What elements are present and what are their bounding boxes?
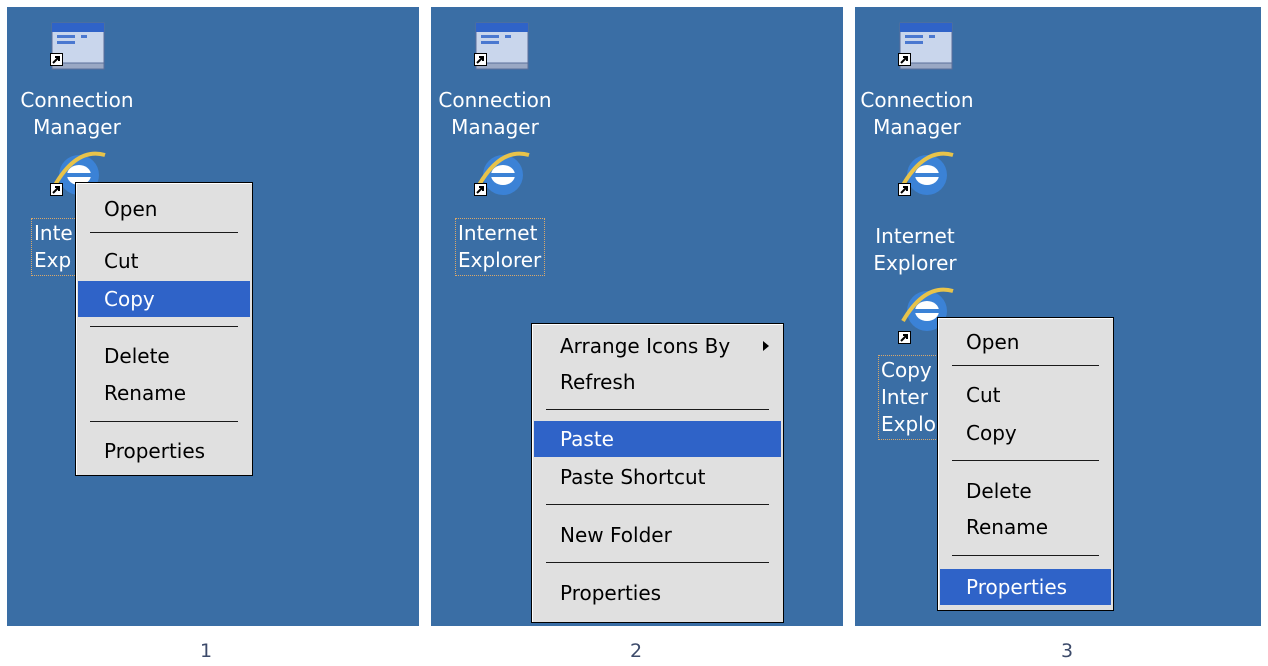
desktop-panel-1: Connection Manager Inte Exp Open Cut Copy … bbox=[7, 7, 419, 626]
icon-context-menu: Open Cut Copy Delete Rename Properties bbox=[75, 182, 253, 476]
menu-item-new-folder[interactable]: New Folder bbox=[534, 517, 781, 553]
connection-manager-icon bbox=[51, 22, 105, 70]
shortcut-arrow-icon bbox=[898, 331, 911, 344]
menu-separator bbox=[546, 504, 769, 507]
menu-item-rename[interactable]: Rename bbox=[940, 509, 1111, 545]
menu-item-open[interactable]: Open bbox=[78, 191, 250, 227]
icon-context-menu: Open Cut Copy Delete Rename Properties bbox=[937, 317, 1114, 611]
internet-explorer-label: Internet Explorer bbox=[873, 224, 957, 275]
desktop-panel-2: Connection Manager Internet Explorer Arran… bbox=[431, 7, 843, 626]
menu-separator bbox=[90, 326, 238, 329]
connection-manager-label: Connection Manager bbox=[438, 88, 552, 139]
menu-item-delete[interactable]: Delete bbox=[78, 338, 250, 374]
menu-item-paste-shortcut[interactable]: Paste Shortcut bbox=[534, 459, 781, 495]
menu-item-paste[interactable]: Paste bbox=[534, 421, 781, 457]
menu-separator bbox=[952, 460, 1099, 463]
menu-item-copy[interactable]: Copy bbox=[940, 415, 1111, 451]
menu-item-properties[interactable]: Properties bbox=[78, 433, 250, 469]
shortcut-arrow-icon bbox=[898, 53, 911, 66]
connection-manager-icon bbox=[899, 22, 953, 70]
panel-caption-3: 3 bbox=[1060, 640, 1074, 662]
connection-manager-label: Connection Manager bbox=[860, 88, 974, 139]
menu-item-copy[interactable]: Copy bbox=[78, 281, 250, 317]
menu-item-arrange-icons-by[interactable]: Arrange Icons By bbox=[534, 328, 781, 364]
copy-of-internet-explorer-label: Copy Inter Explo bbox=[878, 355, 940, 440]
shortcut-arrow-icon bbox=[50, 183, 63, 196]
menu-separator bbox=[546, 562, 769, 565]
panel-caption-2: 2 bbox=[629, 640, 643, 662]
menu-separator bbox=[952, 555, 1099, 558]
desktop-context-menu: Arrange Icons By Refresh Paste Paste Sho… bbox=[531, 323, 784, 623]
menu-item-refresh[interactable]: Refresh bbox=[534, 364, 781, 400]
menu-separator bbox=[952, 365, 1099, 368]
menu-item-cut[interactable]: Cut bbox=[78, 243, 250, 279]
submenu-arrow-icon bbox=[763, 341, 769, 351]
menu-item-cut[interactable]: Cut bbox=[940, 377, 1111, 413]
menu-separator bbox=[546, 409, 769, 412]
internet-explorer-label: Internet Explorer bbox=[455, 218, 546, 276]
connection-manager-icon bbox=[475, 22, 529, 70]
internet-explorer-label: Inte Exp bbox=[31, 218, 77, 276]
menu-item-rename[interactable]: Rename bbox=[78, 375, 250, 411]
desktop-panel-3: Connection Manager Internet Explorer Copy I… bbox=[855, 7, 1261, 626]
menu-item-open[interactable]: Open bbox=[940, 324, 1111, 360]
menu-item-properties[interactable]: Properties bbox=[534, 575, 781, 611]
connection-manager-label: Connection Manager bbox=[20, 88, 134, 139]
menu-item-delete[interactable]: Delete bbox=[940, 473, 1111, 509]
shortcut-arrow-icon bbox=[474, 53, 487, 66]
internet-explorer-icon bbox=[901, 151, 954, 195]
shortcut-arrow-icon bbox=[474, 183, 487, 196]
menu-separator bbox=[90, 232, 238, 235]
internet-explorer-icon bbox=[477, 151, 530, 195]
panel-caption-1: 1 bbox=[199, 640, 213, 662]
menu-item-properties[interactable]: Properties bbox=[940, 569, 1111, 605]
shortcut-arrow-icon bbox=[898, 183, 911, 196]
shortcut-arrow-icon bbox=[50, 53, 63, 66]
menu-separator bbox=[90, 421, 238, 424]
